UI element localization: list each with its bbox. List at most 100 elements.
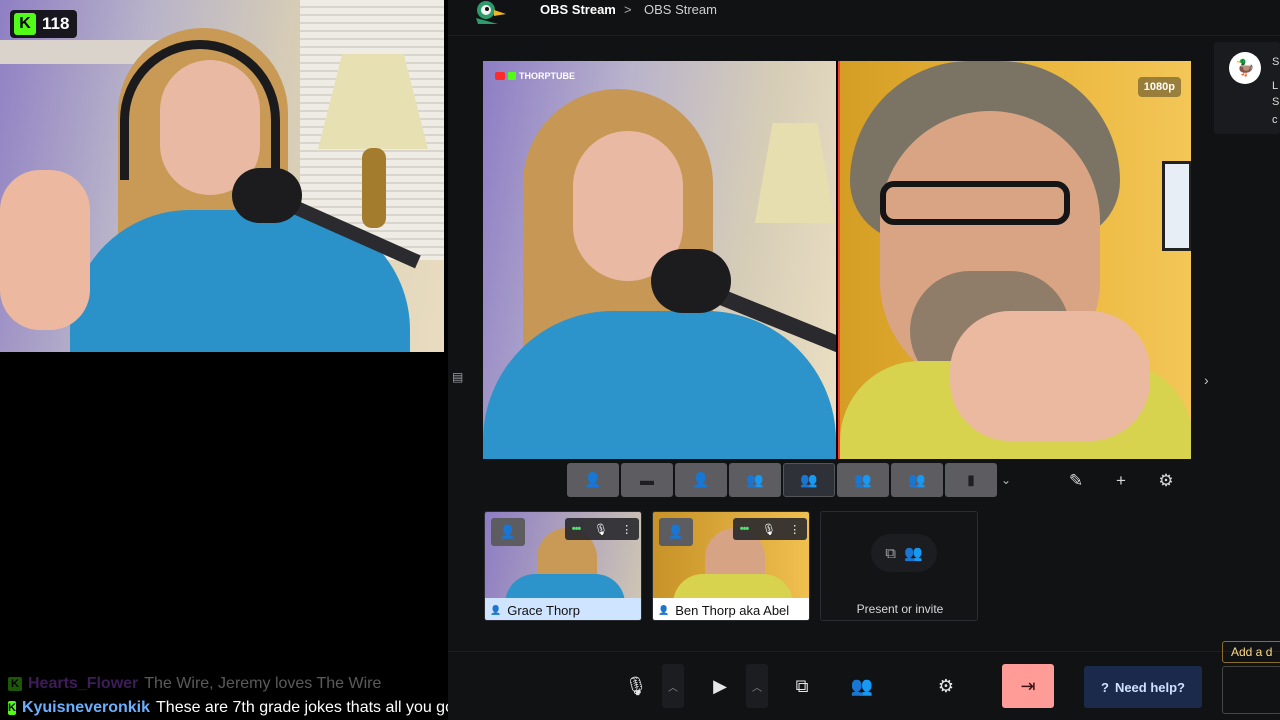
person-icon: 👤	[490, 604, 502, 615]
person-icon: 👤	[584, 471, 602, 488]
guest-card[interactable]: 👤 ••• 🎙 ⋮ 👤 Grace Thorp	[484, 511, 642, 621]
need-help-label: Need help?	[1114, 679, 1186, 695]
leader-icon: 👥	[908, 471, 926, 488]
stage-ben-hand	[950, 311, 1150, 441]
side-text: S	[1272, 96, 1280, 108]
side-panel-input[interactable]	[1222, 666, 1280, 714]
stage-ben-glasses	[880, 181, 1070, 225]
kick-badge-icon: K	[8, 677, 22, 691]
chat-username: Hearts_Flower	[28, 675, 139, 692]
guest-thumbnail: 👤 ••• 🎙 ⋮	[653, 512, 809, 604]
layout-more-chevron-icon[interactable]: ⌄	[999, 463, 1013, 497]
split-icon: 👥	[800, 471, 818, 488]
breadcrumb-studio[interactable]: OBS Stream	[540, 2, 616, 17]
kick-icon	[508, 72, 516, 80]
layout-thin-button[interactable]: 👥	[837, 463, 889, 497]
camera-icon: ▶	[713, 675, 727, 696]
invite-guest-button[interactable]: 👥	[848, 664, 876, 708]
person-icon: 👤	[658, 604, 670, 615]
present-or-invite-card[interactable]: ⧉ 👥 Present or invite	[820, 511, 978, 621]
side-text: c	[1272, 114, 1278, 126]
camera-options-caret-icon[interactable]: ︿	[746, 664, 768, 708]
chat-text: The Wire, Jeremy loves The Wire	[144, 675, 382, 692]
plus-icon[interactable]: +	[1111, 471, 1131, 491]
thin-layout-icon: 👥	[854, 471, 872, 488]
viewer-count-badge: K 118	[10, 10, 78, 38]
top-bar: OBS Stream > OBS Stream	[448, 0, 1280, 36]
group-icon: 👥	[746, 471, 764, 488]
bottom-control-bar: 🎙 ︿ ▶ ︿ ⧉ 👥 ⚙ ⇥ ? Need help?	[448, 651, 1280, 720]
chat-text: These are 7th grade jokes thats all you …	[156, 699, 495, 716]
streamer-webcam: K 118	[0, 0, 444, 352]
more-options-icon[interactable]: ⋮	[621, 523, 632, 536]
sidebar-layout-icon: ▮	[967, 471, 975, 488]
exit-icon: ⇥	[1020, 675, 1036, 696]
microphone-icon[interactable]: 🎙	[762, 523, 776, 536]
channel-tag-text: THORPTUBE	[519, 71, 575, 81]
side-text: L	[1272, 80, 1279, 92]
audio-level-icon: •••	[571, 523, 582, 535]
duck-logo-icon[interactable]	[472, 0, 510, 26]
pencil-icon[interactable]: ✎	[1066, 471, 1086, 491]
gear-icon[interactable]: ⚙	[1156, 471, 1176, 491]
pip-icon: 👤	[692, 471, 710, 488]
side-text: S	[1272, 56, 1280, 68]
breadcrumb-separator-icon: >	[624, 2, 632, 17]
chat-message: K Hearts_Flower The Wire, Jeremy loves T…	[0, 672, 444, 696]
kick-logo-icon: K	[14, 13, 36, 35]
layout-sidebar-button[interactable]: ▮	[945, 463, 997, 497]
screen-icon: ▬	[640, 472, 654, 488]
guest-name: Ben Thorp aka Abel	[675, 602, 790, 618]
stage-feed-ben: 1080p	[838, 61, 1191, 459]
layout-group-button[interactable]: 👥	[729, 463, 781, 497]
layout-toolbar: 👤 ▬ 👤 👥 👥 👥 👥 ▮ ⌄	[567, 463, 1013, 497]
panel-toggle-icon[interactable]: ▤	[452, 370, 466, 384]
chat-overlay: K Hearts_Flower The Wire, Jeremy loves T…	[0, 672, 494, 720]
leave-studio-button[interactable]: ⇥	[1002, 664, 1054, 708]
share-screen-button[interactable]: ⧉	[788, 664, 816, 708]
help-icon: ?	[1100, 679, 1109, 695]
settings-button[interactable]: ⚙	[932, 664, 960, 708]
invite-label: Present or invite	[856, 602, 944, 616]
add-destination-button[interactable]: Add a d	[1222, 641, 1280, 663]
stage-monitor	[1162, 161, 1191, 251]
audio-level-icon: •••	[739, 523, 750, 535]
add-person-icon: 👥	[850, 675, 874, 696]
present-screen-icon: ⧉	[885, 544, 897, 562]
share-screen-icon: ⧉	[795, 675, 809, 696]
layout-leader-button[interactable]: 👥	[891, 463, 943, 497]
microphone-button[interactable]: 🎙	[622, 664, 650, 708]
webcam-lamp-base	[362, 148, 386, 228]
layout-solo-button[interactable]: 👤	[567, 463, 619, 497]
layout-screen-button[interactable]: ▬	[621, 463, 673, 497]
guest-card[interactable]: 👤 ••• 🎙 ⋮ 👤 Ben Thorp aka Abel	[652, 511, 810, 621]
microphone-icon: 🎙	[624, 675, 648, 696]
webcam-microphone	[232, 168, 302, 223]
duck-avatar-icon: 🦆	[1229, 52, 1261, 84]
microphone-options-caret-icon[interactable]: ︿	[662, 664, 684, 708]
add-to-stage-button[interactable]: 👤	[659, 518, 693, 546]
stage-lamp	[755, 123, 835, 223]
stage-microphone	[651, 249, 731, 313]
add-to-stage-button[interactable]: 👤	[491, 518, 525, 546]
invite-icon-group: ⧉ 👥	[871, 534, 937, 572]
youtube-icon	[495, 72, 505, 80]
gear-icon: ⚙	[937, 675, 955, 696]
chat-message: K Kyuisneveronkik These are 7th grade jo…	[0, 696, 494, 720]
guest-name-bar: 👤 Grace Thorp	[485, 598, 641, 620]
side-panel-comment: 🦆 S L S c	[1214, 42, 1280, 134]
guest-thumbnail: 👤 ••• 🎙 ⋮	[485, 512, 641, 604]
guest-controls: ••• 🎙 ⋮	[565, 518, 639, 540]
more-options-icon[interactable]: ⋮	[789, 523, 800, 536]
kick-badge-icon: K	[8, 701, 16, 715]
layout-split-button[interactable]: 👥	[783, 463, 835, 497]
microphone-icon[interactable]: 🎙	[594, 523, 608, 536]
expand-sidebar-chevron-icon[interactable]: ›	[1204, 372, 1209, 388]
guest-name-bar: 👤 Ben Thorp aka Abel	[653, 598, 809, 620]
need-help-button[interactable]: ? Need help?	[1084, 666, 1202, 708]
camera-button[interactable]: ▶	[706, 664, 734, 708]
layout-pip-button[interactable]: 👤	[675, 463, 727, 497]
breadcrumb-broadcast: OBS Stream	[644, 2, 717, 17]
guest-controls: ••• 🎙 ⋮	[733, 518, 807, 540]
resolution-badge: 1080p	[1137, 77, 1181, 97]
